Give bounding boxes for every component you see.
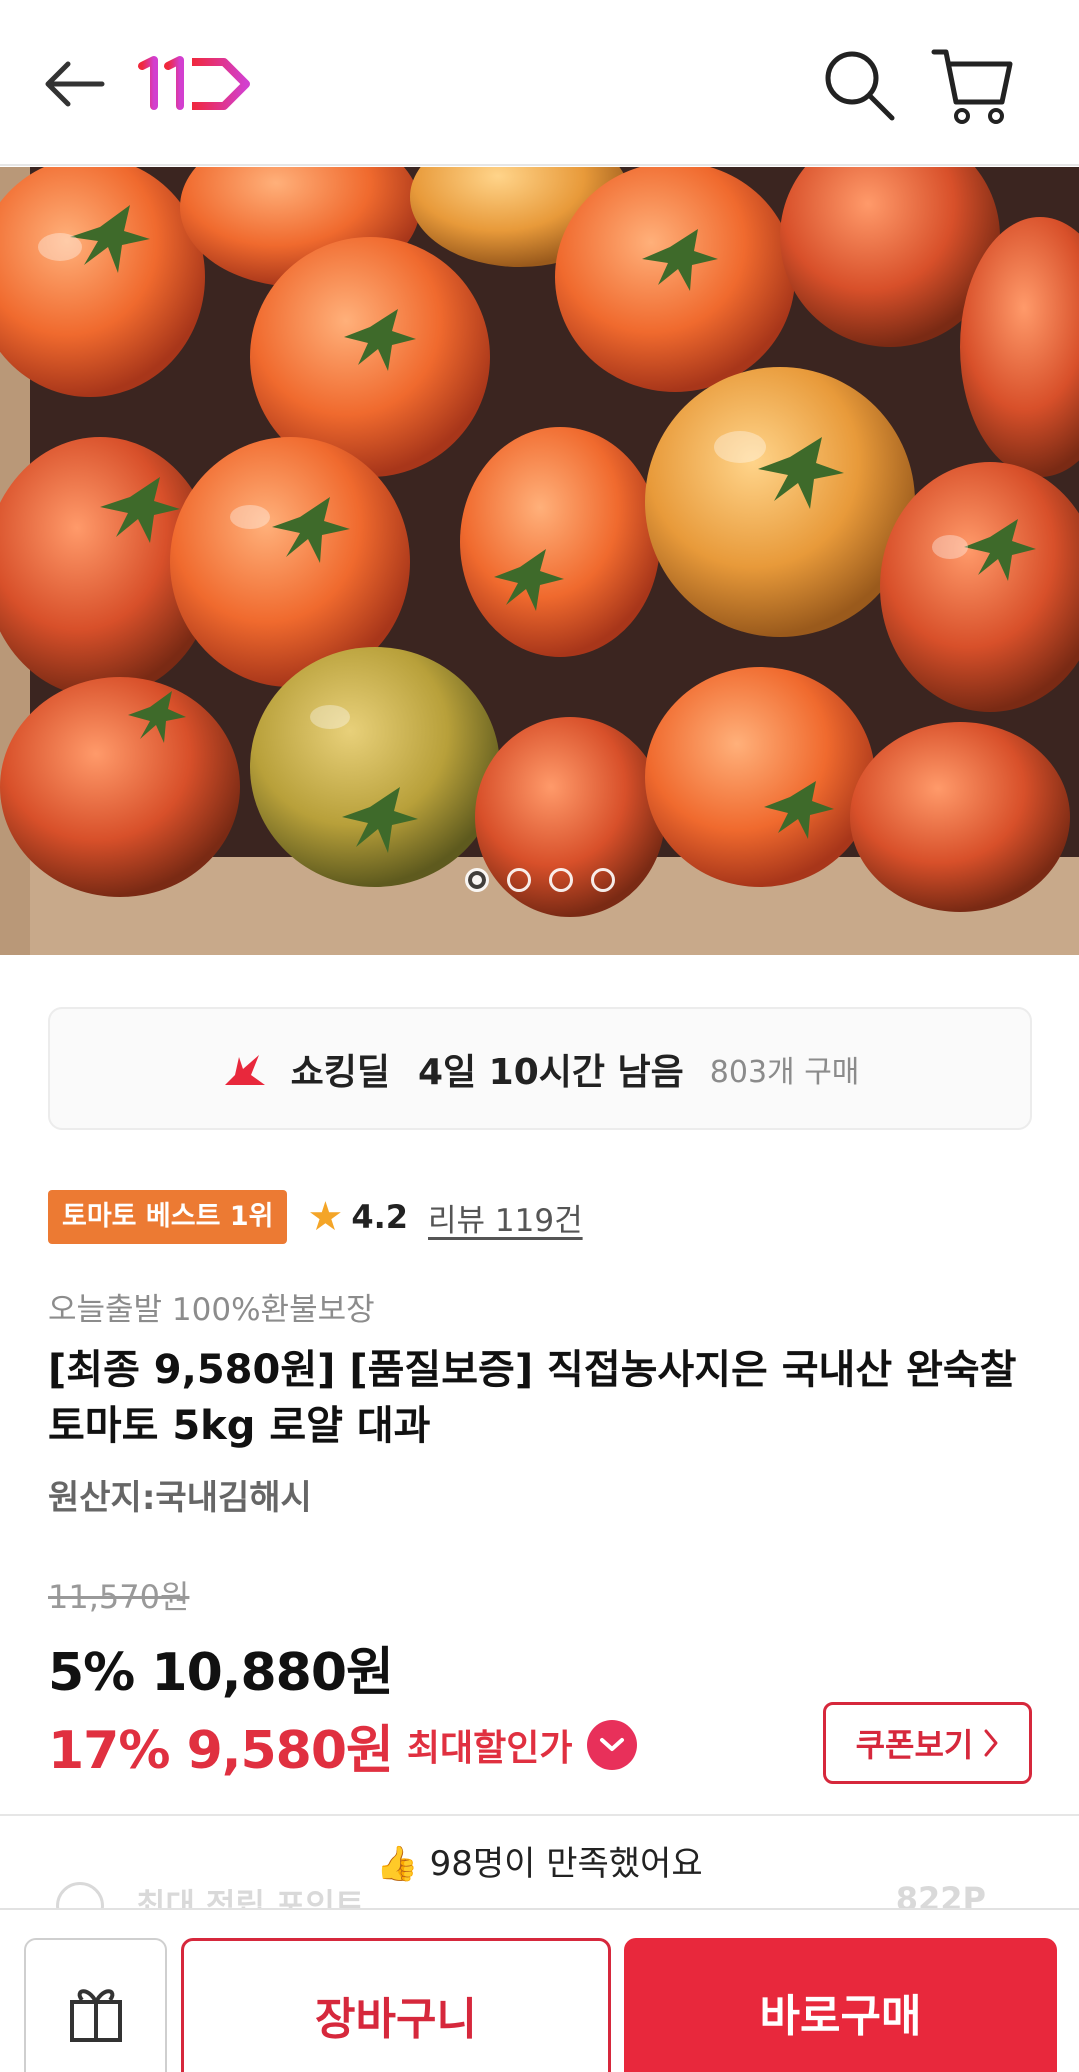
shipping-promo-text: 오늘출발 100%환불보장 [48,1292,375,1328]
bottom-action-bar: 장바구니 바로구매 [0,1908,1079,2072]
product-image-carousel[interactable] [0,167,1079,955]
section-divider [0,1814,1079,1816]
chevron-right-icon [984,1729,998,1757]
coupon-view-label: 쿠폰보기 [855,1726,974,1764]
max-discount-row[interactable]: 17% 9,580원 최대할인가 [48,1712,637,1781]
deal-time-left: 4일 10시간 남음 [417,1051,684,1093]
carousel-dot-4[interactable] [590,868,615,892]
search-icon [825,51,895,121]
best-rank-badge: 토마토 베스트 1위 [48,1190,288,1244]
max-discount-price: 17% 9,580원 [48,1720,394,1781]
product-title: [최종 9,580원] [품질보증] 직접농사지은 국내산 완숙찰 토마토 5k… [48,1347,1017,1449]
carousel-dot-2[interactable] [506,868,531,892]
brand-logo-icon [138,56,250,110]
rating-value: 4.2 [351,1198,409,1236]
deal-purchase-count: 803개 구매 [709,1054,860,1090]
thumbs-up-icon: 👍 [376,1844,419,1884]
badge-rating-row: 토마토 베스트 1위 ★ 4.2 리뷰 119건 [48,1190,583,1244]
gift-button[interactable] [24,1938,167,2072]
coupon-view-button[interactable]: 쿠폰보기 [823,1702,1032,1784]
satisfaction-banner: 👍 98명이 만족했어요 [0,1836,1079,1885]
top-app-bar [0,0,1079,166]
add-to-cart-button[interactable]: 장바구니 [181,1938,611,2072]
back-button[interactable] [40,50,112,122]
cart-button[interactable] [930,44,1016,128]
carousel-indicator [0,868,1079,898]
shocking-deal-banner[interactable]: 쇼킹딜 4일 10시간 남음 803개 구매 [48,1007,1032,1130]
chevron-down-icon[interactable] [586,1720,637,1770]
gift-icon [69,1989,122,2042]
max-discount-label: 최대할인가 [406,1728,573,1769]
carousel-dot-3[interactable] [548,868,573,892]
sale-price: 5% 10,880원 [48,1643,394,1703]
arrow-left-icon [45,61,105,107]
product-photo [0,167,1079,955]
deal-name: 쇼킹딜 [290,1051,390,1093]
original-price: 11,570원 [48,1578,190,1616]
satisfaction-text: 98명이 만족했어요 [429,1844,703,1884]
shocking-deal-icon [224,1054,265,1085]
review-count-link[interactable]: 리뷰 119건 [428,1195,583,1240]
product-origin: 원산지:국내김해시 [48,1478,312,1518]
cart-icon [931,49,1013,124]
search-button[interactable] [820,46,900,126]
star-icon: ★ [307,1194,344,1240]
carousel-dot-1[interactable] [464,868,489,892]
buy-now-button[interactable]: 바로구매 [624,1938,1057,2072]
logo-11st[interactable] [136,52,252,112]
